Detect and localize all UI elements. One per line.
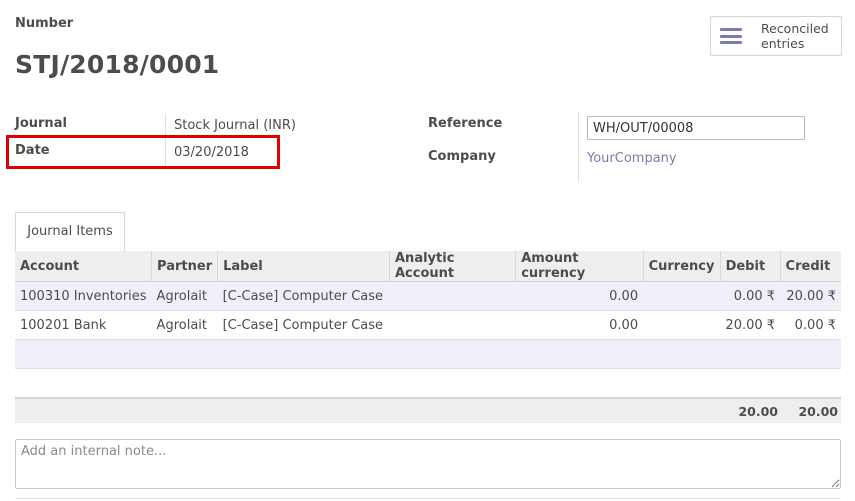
- column-header-account[interactable]: Account: [15, 251, 153, 282]
- page-title: STJ/2018/0001: [15, 50, 220, 79]
- cell-partner: Agrolait: [151, 281, 218, 311]
- column-header-debit[interactable]: Debit: [720, 251, 781, 282]
- cell-amount-currency: 0.00: [515, 281, 644, 311]
- journal-field[interactable]: Stock Journal (INR): [174, 118, 296, 133]
- reconciled-entries-label: Reconciled entries: [761, 21, 829, 51]
- column-header-currency[interactable]: Currency: [643, 251, 721, 282]
- list-icon: [720, 28, 742, 44]
- company-link[interactable]: YourCompany: [587, 151, 677, 166]
- divider: [15, 498, 841, 499]
- cell-amount-currency: 0.00: [515, 310, 644, 340]
- cell-analytic: [389, 310, 516, 340]
- cell-currency: [643, 281, 721, 311]
- journal-label: Journal: [15, 116, 67, 131]
- company-label: Company: [428, 149, 496, 164]
- cell-account: 100310 Inventories: [15, 281, 152, 311]
- cell-currency: [643, 310, 721, 340]
- reference-label: Reference: [428, 116, 503, 131]
- cell-debit: 20.00 ₹: [720, 310, 781, 340]
- total-debit: 20.00: [738, 404, 778, 419]
- cell-account: 100201 Bank: [15, 310, 152, 340]
- table-header-row: Account Partner Label Analytic Account A…: [15, 251, 841, 282]
- column-header-amount-currency[interactable]: Amount currency: [515, 251, 644, 282]
- cell-partner: Agrolait: [151, 310, 218, 340]
- reconciled-entries-button[interactable]: Reconciled entries: [710, 16, 842, 56]
- column-header-partner[interactable]: Partner: [151, 251, 219, 282]
- column-header-credit[interactable]: Credit: [780, 251, 841, 282]
- cell-label: [C-Case] Computer Case: [217, 281, 390, 311]
- date-highlight-box: [6, 135, 280, 169]
- cell-credit: 0.00 ₹: [780, 310, 841, 340]
- cell-analytic: [389, 281, 516, 311]
- column-header-analytic-account[interactable]: Analytic Account: [389, 251, 517, 282]
- journal-items-table: Account Partner Label Analytic Account A…: [15, 251, 841, 398]
- totals-row: 20.00 20.00: [15, 397, 841, 423]
- reference-input[interactable]: [587, 116, 805, 140]
- table-row[interactable]: 100310 Inventories Agrolait [C-Case] Com…: [15, 281, 841, 311]
- divider: [578, 112, 579, 182]
- table-row-empty[interactable]: [15, 368, 841, 398]
- cell-label: [C-Case] Computer Case: [217, 310, 390, 340]
- tab-journal-items[interactable]: Journal Items: [15, 212, 125, 252]
- total-credit: 20.00: [798, 404, 838, 419]
- table-row-empty[interactable]: [15, 339, 841, 369]
- number-label: Number: [15, 16, 74, 31]
- cell-debit: 0.00 ₹: [720, 281, 781, 311]
- column-header-label[interactable]: Label: [217, 251, 390, 282]
- cell-credit: 20.00 ₹: [780, 281, 841, 311]
- internal-note-input[interactable]: [15, 439, 841, 489]
- table-row[interactable]: 100201 Bank Agrolait [C-Case] Computer C…: [15, 310, 841, 340]
